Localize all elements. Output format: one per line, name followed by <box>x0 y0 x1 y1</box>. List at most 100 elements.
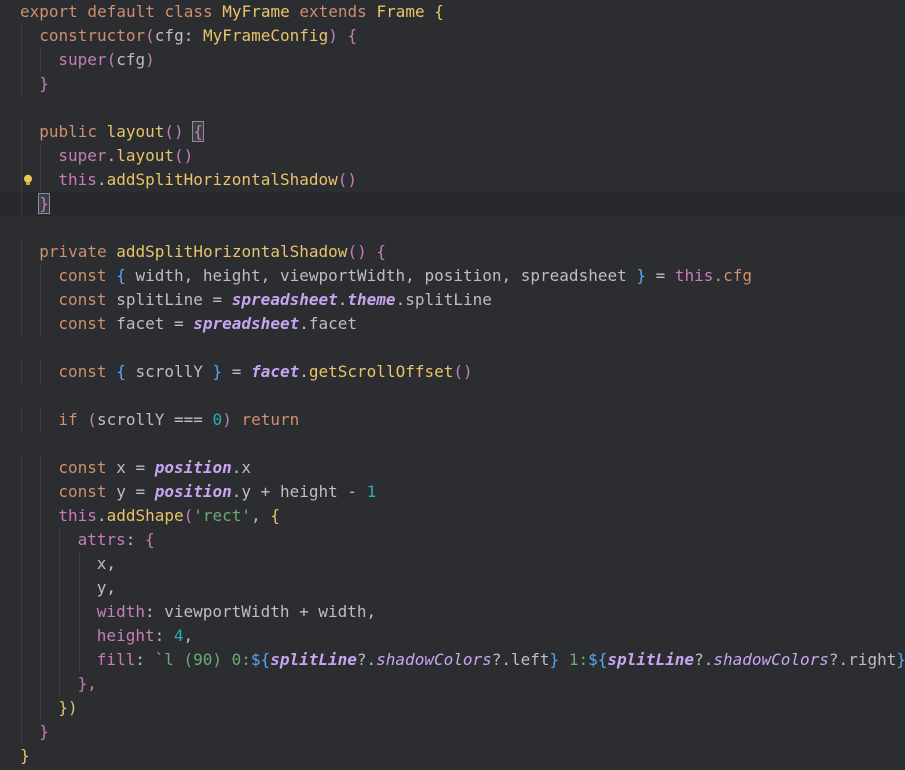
code-token: addShape <box>106 506 184 525</box>
code-token: width, height, viewportWidth, position, … <box>135 266 637 285</box>
code-token: fill <box>96 650 136 669</box>
code-editor[interactable]: export default class MyFrame extends Fra… <box>0 0 905 770</box>
code-line[interactable]: this.addSplitHorizontalShadow() <box>0 168 905 192</box>
code-token: cfg <box>154 26 184 45</box>
code-line[interactable]: const splitLine = spreadsheet.theme.spli… <box>0 288 905 312</box>
code-token: `l (90) 0: <box>154 650 251 669</box>
code-token: { <box>337 26 358 45</box>
code-line[interactable] <box>0 336 905 360</box>
indent-guide <box>40 48 42 72</box>
indent-guide <box>21 696 22 720</box>
code-line[interactable] <box>0 432 905 456</box>
code-token: }) <box>58 698 78 717</box>
code-text: const { width, height, viewportWidth, po… <box>58 264 752 288</box>
code-token: ?. <box>491 650 512 669</box>
code-token: }, <box>77 674 97 693</box>
code-token: } <box>212 362 223 381</box>
code-line[interactable] <box>0 96 905 120</box>
indent-guide <box>21 600 22 624</box>
indent-guide <box>40 264 42 288</box>
code-line[interactable]: super.layout() <box>0 144 905 168</box>
indent-guide <box>59 648 61 672</box>
code-line[interactable]: } <box>0 720 905 744</box>
code-token: { <box>116 362 136 381</box>
code-token: () <box>164 122 184 141</box>
code-line[interactable]: } <box>0 72 905 96</box>
code-token: this <box>58 506 97 525</box>
code-token: } <box>549 650 560 669</box>
code-token: attrs <box>77 530 126 549</box>
indent-guide <box>21 456 22 480</box>
code-line[interactable]: this.addShape('rect', { <box>0 504 905 528</box>
indent-guide <box>40 648 42 672</box>
code-token: extends <box>289 2 377 21</box>
code-token: y, <box>96 578 117 597</box>
code-text: super.layout() <box>58 144 193 168</box>
code-text: height: 4, <box>97 624 193 648</box>
lightbulb-icon[interactable] <box>22 174 34 186</box>
code-line[interactable]: }, <box>0 672 905 696</box>
code-line[interactable]: const { width, height, viewportWidth, po… <box>0 264 905 288</box>
code-token: height <box>96 626 155 645</box>
indent-guide <box>40 672 42 696</box>
code-token: ( <box>145 26 155 45</box>
code-token: private <box>39 242 117 261</box>
code-token: splitLine <box>270 650 357 669</box>
code-line[interactable]: fill: `l (90) 0:${splitLine?.shadowColor… <box>0 648 905 672</box>
code-token: theme <box>347 290 396 309</box>
code-line[interactable]: private addSplitHorizontalShadow() { <box>0 240 905 264</box>
code-token: { <box>366 242 386 261</box>
code-token: cfg <box>116 50 146 69</box>
code-text: const x = position.x <box>58 456 251 480</box>
code-line[interactable]: height: 4, <box>0 624 905 648</box>
code-line[interactable]: if (scrollY === 0) return <box>0 408 905 432</box>
code-line[interactable]: const facet = spreadsheet.facet <box>0 312 905 336</box>
code-text: const facet = spreadsheet.facet <box>58 312 357 336</box>
code-token: scrollY <box>96 410 174 429</box>
code-line[interactable]: y, <box>0 576 905 600</box>
indent-guide <box>40 144 42 168</box>
code-token: () <box>453 362 473 381</box>
code-token: splitLine = <box>116 290 232 309</box>
code-token: ( <box>183 506 194 525</box>
code-token: this <box>58 170 97 189</box>
code-token: 1 <box>366 482 377 501</box>
code-line[interactable]: const y = position.y + height - 1 <box>0 480 905 504</box>
code-line[interactable]: attrs: { <box>0 528 905 552</box>
code-token: } <box>896 650 905 669</box>
code-line[interactable]: constructor(cfg: MyFrameConfig) { <box>0 24 905 48</box>
code-token: . <box>96 170 107 189</box>
indent-guide <box>21 72 22 96</box>
code-line[interactable] <box>0 216 905 240</box>
code-line[interactable]: } <box>0 744 905 768</box>
indent-guide <box>40 552 42 576</box>
code-token: } <box>39 74 49 93</box>
code-token: : <box>154 626 174 645</box>
code-line[interactable]: public layout() { <box>0 120 905 144</box>
code-line[interactable] <box>0 384 905 408</box>
code-token: spreadsheet <box>193 314 300 333</box>
code-token: const <box>58 290 117 309</box>
code-token: getScrollOffset <box>308 362 454 381</box>
indent-guide <box>40 288 42 312</box>
code-line[interactable]: } <box>0 192 905 216</box>
indent-guide <box>59 576 61 600</box>
code-line[interactable]: export default class MyFrame extends Fra… <box>0 0 905 24</box>
code-token: = <box>222 362 252 381</box>
code-line[interactable]: width: viewportWidth + width, <box>0 600 905 624</box>
code-line[interactable]: x, <box>0 552 905 576</box>
code-line[interactable]: const x = position.x <box>0 456 905 480</box>
code-line[interactable]: super(cfg) <box>0 48 905 72</box>
code-token: shadowColors <box>376 650 492 669</box>
code-token: export default class <box>20 2 223 21</box>
code-token: y = <box>116 482 155 501</box>
code-line[interactable]: }) <box>0 696 905 720</box>
code-token: addSplitHorizontalShadow <box>106 170 338 189</box>
code-token: this <box>674 266 714 285</box>
indent-guide <box>21 528 22 552</box>
code-line[interactable]: const { scrollY } = facet.getScrollOffse… <box>0 360 905 384</box>
code-token: const <box>58 362 117 381</box>
code-token: ${ <box>250 650 271 669</box>
code-token: super <box>58 50 107 69</box>
